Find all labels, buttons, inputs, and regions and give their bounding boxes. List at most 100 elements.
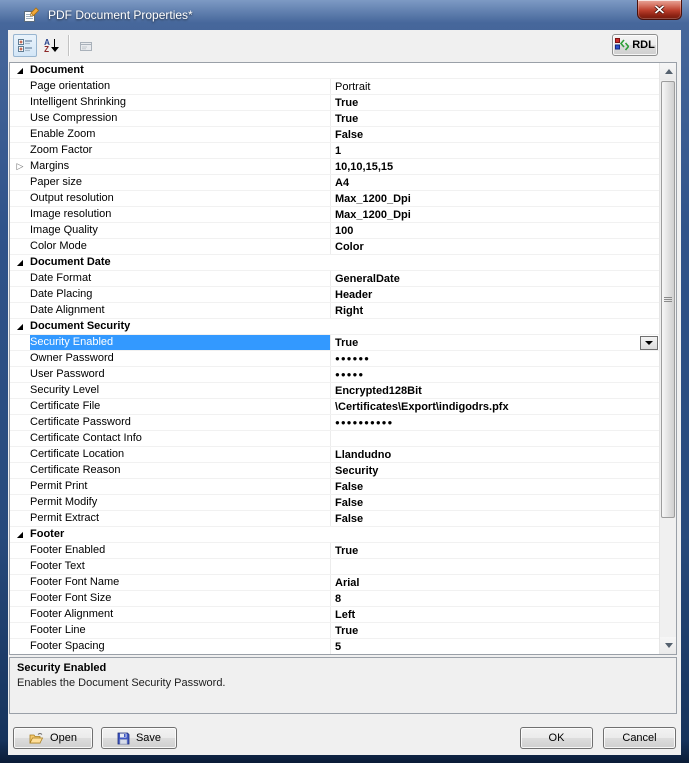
property-value[interactable]: 10,10,15,15 (330, 159, 659, 174)
category-collapse-icon[interactable]: ◢ (17, 67, 23, 75)
property-value[interactable]: 100 (330, 223, 659, 238)
vertical-scrollbar[interactable] (659, 63, 676, 654)
category-collapse-icon[interactable]: ◢ (17, 531, 23, 539)
category-collapse-icon[interactable]: ◢ (17, 259, 23, 267)
scrollbar-thumb[interactable] (661, 81, 675, 518)
property-row[interactable]: Certificate LocationLlandudno (10, 447, 659, 463)
property-value[interactable]: 8 (330, 591, 659, 606)
rdl-button[interactable]: RDL (612, 34, 658, 56)
property-row[interactable]: Footer Font Size8 (10, 591, 659, 607)
property-value[interactable]: True (330, 95, 659, 110)
property-row[interactable]: Security LevelEncrypted128Bit (10, 383, 659, 399)
expand-icon[interactable]: ▷ (17, 162, 24, 171)
property-row[interactable]: ▷Margins10,10,15,15 (10, 159, 659, 175)
property-value[interactable]: \Certificates\Export\indigodrs.pfx (330, 399, 659, 414)
property-value[interactable]: Portrait (330, 79, 659, 94)
property-row[interactable]: Permit PrintFalse (10, 479, 659, 495)
save-button[interactable]: Save (101, 727, 177, 749)
property-value[interactable]: True (330, 335, 659, 350)
property-row[interactable]: Footer LineTrue (10, 623, 659, 639)
category-row[interactable]: ◢Document Security (10, 319, 659, 335)
property-row[interactable]: Image Quality100 (10, 223, 659, 239)
value-dropdown-button[interactable] (640, 336, 658, 350)
property-row[interactable]: Certificate ReasonSecurity (10, 463, 659, 479)
property-value[interactable]: False (330, 127, 659, 142)
property-value[interactable]: 1 (330, 143, 659, 158)
ok-button[interactable]: OK (520, 727, 593, 749)
property-value[interactable]: Max_1200_Dpi (330, 191, 659, 206)
row-indent (10, 495, 30, 510)
property-row[interactable]: Certificate File\Certificates\Export\ind… (10, 399, 659, 415)
property-row[interactable]: Intelligent ShrinkingTrue (10, 95, 659, 111)
property-value[interactable]: Security (330, 463, 659, 478)
title-bar[interactable]: PDF Document Properties* (0, 0, 689, 30)
alphabetical-sort-button[interactable]: A Z (39, 34, 63, 57)
property-row[interactable]: Date AlignmentRight (10, 303, 659, 319)
property-row[interactable]: Permit ModifyFalse (10, 495, 659, 511)
property-value[interactable]: True (330, 623, 659, 638)
property-value[interactable] (330, 559, 659, 574)
categorized-button[interactable] (13, 34, 37, 57)
property-row[interactable]: Owner Password●●●●●● (10, 351, 659, 367)
category-collapse-icon[interactable]: ◢ (17, 323, 23, 331)
property-value[interactable]: True (330, 543, 659, 558)
property-value[interactable]: Left (330, 607, 659, 622)
scroll-up-button[interactable] (660, 63, 677, 80)
property-row[interactable]: Date FormatGeneralDate (10, 271, 659, 287)
property-value[interactable]: ●●●●●●●●●● (330, 415, 659, 430)
property-row[interactable]: Image resolutionMax_1200_Dpi (10, 207, 659, 223)
property-row[interactable]: Permit ExtractFalse (10, 511, 659, 527)
category-row[interactable]: ◢Document Date (10, 255, 659, 271)
property-row[interactable]: Footer AlignmentLeft (10, 607, 659, 623)
property-row[interactable]: User Password●●●●● (10, 367, 659, 383)
property-value[interactable]: Llandudno (330, 447, 659, 462)
property-row[interactable]: Zoom Factor1 (10, 143, 659, 159)
property-value[interactable]: A4 (330, 175, 659, 190)
close-button[interactable] (637, 0, 682, 20)
property-value[interactable]: False (330, 511, 659, 526)
property-row[interactable]: Footer Font NameArial (10, 575, 659, 591)
property-value[interactable]: GeneralDate (330, 271, 659, 286)
scroll-down-button[interactable] (660, 637, 677, 654)
property-row[interactable]: Color ModeColor (10, 239, 659, 255)
category-row[interactable]: ◢Document (10, 63, 659, 79)
property-value[interactable]: 5 (330, 639, 659, 654)
row-indent: ◢ (10, 527, 30, 542)
property-value-text: Color (335, 241, 364, 253)
property-row[interactable]: Certificate Contact Info (10, 431, 659, 447)
property-value-text: True (335, 97, 358, 109)
property-pages-button[interactable] (74, 34, 98, 57)
property-value[interactable]: False (330, 479, 659, 494)
property-pages-icon (78, 38, 94, 54)
property-value-text: False (335, 129, 363, 141)
property-grid: ◢DocumentPage orientationPortraitIntelli… (9, 62, 677, 655)
category-row[interactable]: ◢Footer (10, 527, 659, 543)
property-row[interactable]: Footer EnabledTrue (10, 543, 659, 559)
row-indent (10, 143, 30, 158)
property-value[interactable]: Color (330, 239, 659, 254)
property-row[interactable]: Certificate Password●●●●●●●●●● (10, 415, 659, 431)
property-label: Permit Extract (30, 511, 330, 526)
property-value[interactable]: True (330, 111, 659, 126)
property-row[interactable]: Date PlacingHeader (10, 287, 659, 303)
property-value[interactable]: Header (330, 287, 659, 302)
property-value[interactable]: Arial (330, 575, 659, 590)
property-value[interactable]: ●●●●●● (330, 351, 659, 366)
property-row[interactable]: Paper sizeA4 (10, 175, 659, 191)
property-row[interactable]: Footer Text (10, 559, 659, 575)
property-row[interactable]: Output resolutionMax_1200_Dpi (10, 191, 659, 207)
property-value[interactable]: Max_1200_Dpi (330, 207, 659, 222)
cancel-button[interactable]: Cancel (603, 727, 676, 749)
property-row[interactable]: Page orientationPortrait (10, 79, 659, 95)
property-value[interactable]: False (330, 495, 659, 510)
property-row[interactable]: Enable ZoomFalse (10, 127, 659, 143)
save-floppy-icon (117, 732, 130, 745)
property-value[interactable] (330, 431, 659, 446)
property-row[interactable]: Security EnabledTrue (10, 335, 659, 351)
property-value[interactable]: ●●●●● (330, 367, 659, 382)
property-value[interactable]: Right (330, 303, 659, 318)
property-row[interactable]: Footer Spacing5 (10, 639, 659, 654)
property-row[interactable]: Use CompressionTrue (10, 111, 659, 127)
property-value[interactable]: Encrypted128Bit (330, 383, 659, 398)
open-button[interactable]: Open (13, 727, 93, 749)
